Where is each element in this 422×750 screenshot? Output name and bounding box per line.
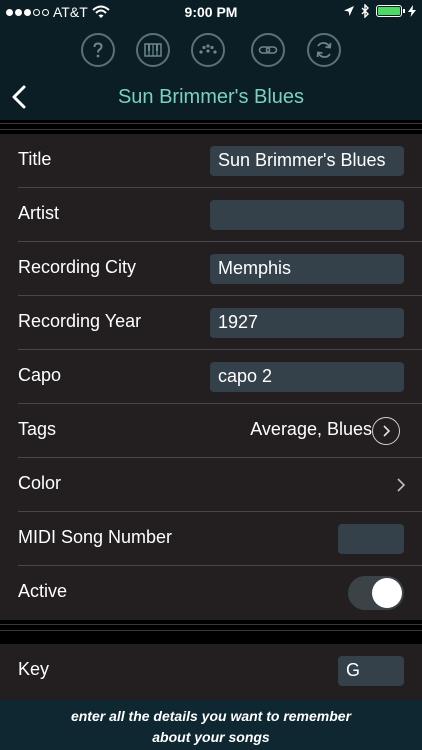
row-title: Title Sun Brimmer's Blues [0,134,422,188]
key-field[interactable]: G [338,656,404,686]
bluetooth-icon [361,4,369,18]
keyboard-icon[interactable] [136,33,170,67]
tags-label: Tags [18,419,57,439]
status-right [343,4,416,18]
caption-banner: enter all the details you want to rememb… [0,700,422,750]
active-toggle[interactable] [348,576,404,610]
fretboard-icon[interactable] [191,33,225,67]
row-tags[interactable]: Tags Average, Blues [0,404,422,458]
recording-city-field[interactable]: Memphis [210,254,404,284]
active-label: Active [18,581,68,601]
key-table: Key G [0,644,422,700]
page-title: Sun Brimmer's Blues [117,86,305,108]
row-capo: Capo capo 2 [0,350,422,404]
caption-text: enter all the details you want to rememb… [70,708,352,745]
artist-label: Artist [18,203,60,223]
location-arrow-icon [344,6,354,16]
title-field[interactable]: Sun Brimmer's Blues [210,146,404,176]
row-color[interactable]: Color [0,458,422,512]
artist-field[interactable] [210,200,404,230]
section-separator-2 [0,620,422,644]
row-key: Key G [0,644,422,698]
midi-song-number-field[interactable] [338,524,404,554]
capo-label: Capo [18,365,62,385]
charging-icon [408,5,416,17]
status-bar: AT&T 9:00 PM [0,0,422,24]
toolbar [0,33,422,71]
row-recording-year: Recording Year 1927 [0,296,422,350]
row-midi-song-number: MIDI Song Number [0,512,422,566]
chevron-right-icon[interactable] [396,477,406,493]
capo-field[interactable]: capo 2 [210,362,404,392]
help-icon[interactable] [81,33,115,67]
nav-bar: Sun Brimmer's Blues [0,74,422,120]
key-label: Key [18,659,50,679]
tags-value: Average, Blues [250,419,372,439]
row-recording-city: Recording City Memphis [0,242,422,296]
tags-disclosure-icon[interactable] [372,417,400,445]
midi-song-number-label: MIDI Song Number [18,527,173,547]
song-details-table: Title Sun Brimmer's Blues Artist Recordi… [0,134,422,620]
section-separator [0,120,422,134]
color-label: Color [18,473,62,493]
recording-year-field[interactable]: 1927 [210,308,404,338]
row-active: Active [0,566,422,620]
link-icon[interactable] [251,33,285,67]
battery-icon [376,5,405,17]
recording-city-label: Recording City [18,257,137,277]
title-label: Title [18,149,52,169]
recording-year-label: Recording Year [18,311,142,331]
toggle-knob [372,578,402,608]
sync-icon[interactable] [307,33,341,67]
row-artist: Artist [0,188,422,242]
